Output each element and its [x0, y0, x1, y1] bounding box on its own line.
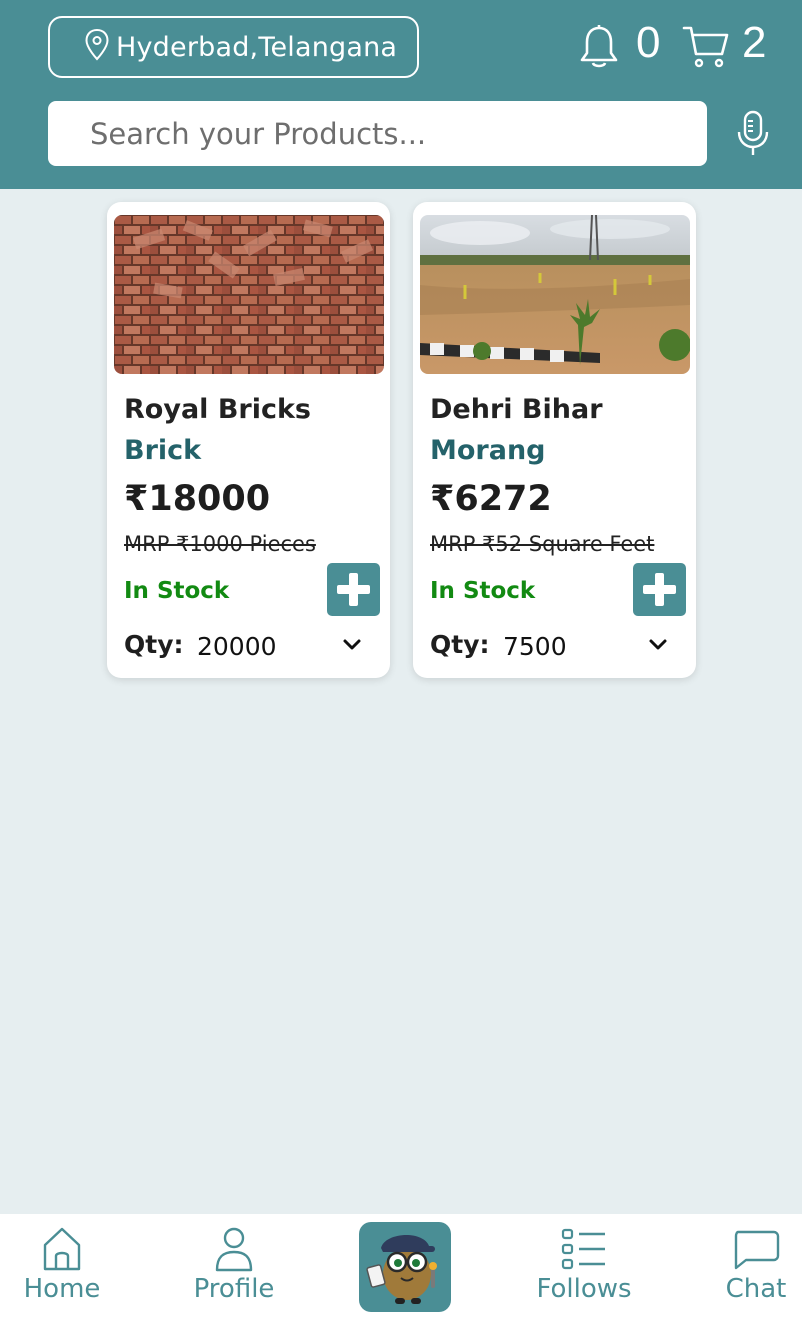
cart-count: 2: [742, 18, 767, 67]
product-price: ₹6272: [430, 479, 552, 519]
product-mrp: MRP ₹52 Square Feet: [430, 532, 655, 556]
mascot-button[interactable]: [359, 1222, 451, 1312]
app-header: Hyderbad,Telangana 0 2: [0, 0, 802, 189]
product-card[interactable]: Royal Bricks Brick ₹18000 MRP ₹1000 Piec…: [107, 202, 390, 678]
chevron-down-icon: [343, 639, 361, 650]
location-pin-icon: [85, 28, 109, 61]
qty-value: 7500: [503, 631, 567, 661]
nav-profile[interactable]: Profile: [186, 1214, 282, 1320]
add-to-cart-button[interactable]: [327, 563, 380, 616]
nav-chat-label: Chat: [725, 1274, 787, 1304]
mascot-icon: [366, 1234, 437, 1304]
qty-label: Qty:: [124, 630, 184, 659]
profile-icon: [215, 1227, 253, 1272]
qty-select[interactable]: 7500: [498, 626, 668, 666]
product-name: Royal Bricks: [124, 394, 311, 425]
product-mrp: MRP ₹1000 Pieces: [124, 532, 316, 556]
chat-icon: [734, 1230, 780, 1270]
notification-count: 0: [636, 18, 661, 67]
add-to-cart-button[interactable]: [633, 563, 686, 616]
nav-follows[interactable]: Follows: [530, 1214, 638, 1320]
product-card[interactable]: Dehri Bihar Morang ₹6272 MRP ₹52 Square …: [413, 202, 696, 678]
qty-value: 20000: [197, 631, 277, 661]
bell-icon[interactable]: [578, 24, 620, 70]
qty-select[interactable]: 20000: [192, 626, 362, 666]
product-category: Brick: [124, 435, 202, 466]
product-category: Morang: [430, 435, 546, 466]
follows-list-icon: [561, 1228, 605, 1270]
nav-profile-label: Profile: [193, 1274, 275, 1304]
location-label: Hyderbad,Telangana: [116, 31, 398, 63]
nav-follows-label: Follows: [536, 1274, 632, 1304]
nav-home-label: Home: [23, 1274, 101, 1304]
product-image-land[interactable]: [420, 215, 690, 374]
location-selector[interactable]: Hyderbad,Telangana: [48, 16, 419, 78]
home-icon: [43, 1227, 81, 1271]
qty-label: Qty:: [430, 630, 490, 659]
cart-icon[interactable]: [682, 24, 730, 70]
stock-status: In Stock: [430, 578, 536, 604]
nav-home[interactable]: Home: [18, 1214, 106, 1320]
chevron-down-icon: [649, 639, 667, 650]
stock-status: In Stock: [124, 578, 230, 604]
nav-chat[interactable]: Chat: [718, 1214, 794, 1320]
product-price: ₹18000: [124, 479, 271, 519]
search-input[interactable]: [48, 101, 707, 166]
microphone-icon[interactable]: [736, 110, 770, 158]
product-name: Dehri Bihar: [430, 394, 603, 425]
product-image-bricks[interactable]: [114, 215, 384, 374]
